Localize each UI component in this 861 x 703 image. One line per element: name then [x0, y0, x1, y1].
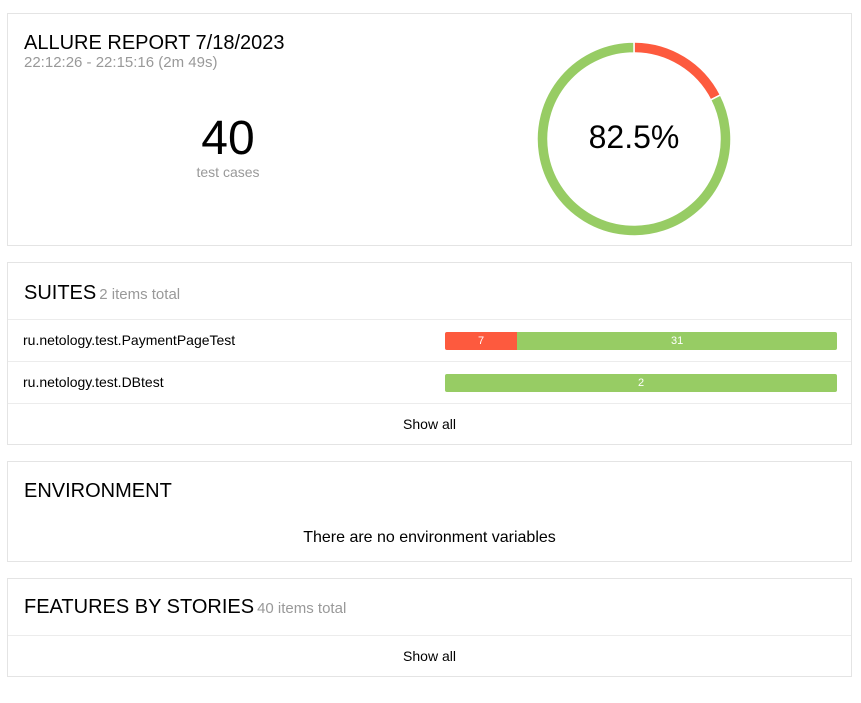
passed-segment: 31 [517, 332, 837, 350]
features-heading: FEATURES BY STORIES [24, 596, 255, 618]
suite-row[interactable]: ru.netology.test.DBtest 2 [8, 361, 851, 403]
environment-title: ENVIRONMENT [24, 480, 172, 502]
features-count: 40 items total [257, 600, 347, 617]
failed-segment: 7 [445, 332, 518, 350]
summary-widget: ALLURE REPORT 7/18/2023 22:12:26 - 22:15… [7, 13, 852, 246]
test-case-count: 40 [201, 112, 255, 165]
success-rate-label: 82.5% [588, 119, 680, 155]
suites-count: 2 items total [99, 286, 181, 303]
suites-heading: SUITES [24, 282, 97, 304]
suite-name: ru.netology.test.PaymentPageTest [23, 332, 236, 348]
environment-widget: ENVIRONMENT There are no environment var… [7, 461, 852, 562]
suite-row[interactable]: ru.netology.test.PaymentPageTest 7 31 [8, 319, 851, 361]
features-show-all-link[interactable]: Show all [8, 635, 851, 677]
features-widget: FEATURES BY STORIES 40 items total Show a… [7, 578, 852, 677]
failed-slice [633, 41, 722, 101]
report-time-range: 22:12:26 - 22:15:16 (2m 49s) [24, 54, 218, 71]
suites-title: SUITES 2 items total [24, 281, 180, 307]
suite-status-bar: 2 [445, 374, 837, 392]
suites-show-all-link[interactable]: Show all [8, 403, 851, 445]
report-title: ALLURE REPORT 7/18/2023 [24, 32, 285, 54]
suite-status-bar: 7 31 [445, 332, 837, 350]
passed-segment: 2 [445, 374, 837, 392]
suites-widget: SUITES 2 items total ru.netology.test.Pay… [7, 262, 852, 445]
features-title: FEATURES BY STORIES 40 items total [24, 595, 346, 621]
test-case-count-label: test cases [196, 164, 260, 180]
environment-empty-message: There are no environment variables [303, 529, 556, 546]
suite-name: ru.netology.test.DBtest [23, 374, 164, 390]
